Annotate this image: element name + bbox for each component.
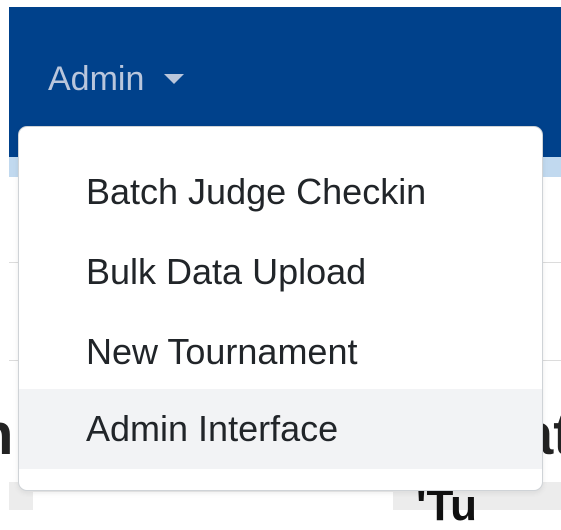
menu-item-bulk-data-upload[interactable]: Bulk Data Upload xyxy=(19,232,542,312)
menu-item-admin-interface[interactable]: Admin Interface xyxy=(19,389,542,469)
page-heading-fragment-left: n xyxy=(0,400,13,470)
admin-dropdown-menu: Batch Judge Checkin Bulk Data Upload New… xyxy=(18,126,543,491)
admin-label: Admin xyxy=(48,60,145,99)
table-cell xyxy=(33,492,393,510)
menu-item-new-tournament[interactable]: New Tournament xyxy=(19,312,542,392)
caret-down-icon xyxy=(164,74,185,85)
admin-dropdown-toggle[interactable]: Admin xyxy=(48,55,185,101)
menu-item-batch-judge-checkin[interactable]: Batch Judge Checkin xyxy=(19,152,542,232)
